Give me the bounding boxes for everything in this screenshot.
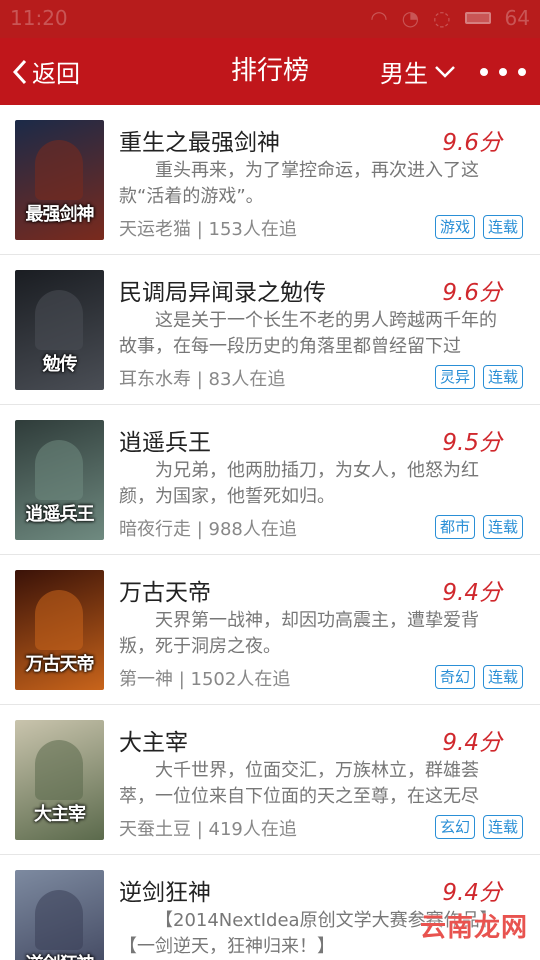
book-meta: 第一神 | 1502人在追 (119, 665, 290, 691)
book-cover[interactable]: 逆剑狂神 (15, 870, 104, 960)
watermark: 云南龙网 (419, 913, 528, 943)
back-label: 返回 (32, 60, 80, 88)
book-readers: 83人在追 (208, 369, 286, 390)
meta-separator: | (191, 819, 209, 840)
category-tag[interactable]: 灵异 (434, 365, 475, 389)
headset-icon: ◠ (370, 6, 388, 30)
ranking-list: 最强剑神 重生之最强剑神 9.6分 重头再来，为了掌控命运，再次进入了这款“活着的游戏… (0, 105, 540, 960)
gender-dropdown[interactable]: 男生 (380, 38, 456, 105)
category-tag[interactable]: 游戏 (434, 215, 475, 239)
meta-separator: | (191, 219, 209, 240)
book-tags: 玄幻 连载 (434, 815, 523, 839)
book-score: 9.6分 (442, 280, 502, 306)
book-tags: 奇幻 连载 (434, 665, 523, 689)
cover-title: 逍遥兵王 (25, 504, 95, 525)
book-title: 民调局异闻录之勉传 (119, 280, 326, 306)
book-tags: 灵异 连载 (434, 365, 523, 389)
book-author: 暗夜行走 (119, 519, 191, 540)
book-readers: 1502人在追 (190, 669, 291, 690)
cover-title: 勉传 (42, 354, 78, 375)
book-meta: 暗夜行走 | 988人在追 (119, 515, 297, 541)
cover-title: 逆剑狂神 (15, 950, 104, 960)
status-tag[interactable]: 连载 (482, 815, 523, 839)
book-tags: 都市 连载 (434, 515, 523, 539)
book-title: 大主宰 (119, 730, 188, 756)
cover-figure (35, 890, 83, 950)
book-description: 为兄弟，他两肋插刀，为女人，他怒为红颜，为国家，他誓死如归。 (119, 460, 479, 507)
book-cover[interactable]: 万古天帝 (15, 570, 104, 690)
category-tag[interactable]: 玄幻 (434, 815, 475, 839)
book-description: 这是关于一个长生不老的男人跨越两千年的故事，在每一段历史的角落里都曾经留下过 (119, 310, 497, 357)
dot-icon (518, 67, 526, 76)
status-bar: 11:20 ◠ ◔ ◌ 64 (0, 0, 540, 38)
status-time: 11:20 (10, 6, 68, 30)
book-item[interactable]: 最强剑神 重生之最强剑神 9.6分重头再来，为了掌控命运，再次进入了这款“活着的游戏… (0, 105, 540, 255)
category-tag[interactable]: 奇幻 (434, 665, 475, 689)
book-author: 天蚕土豆 (119, 819, 191, 840)
status-tag[interactable]: 连载 (482, 515, 523, 539)
status-tag[interactable]: 连载 (482, 215, 523, 239)
page-title: 排行榜 (230, 56, 309, 86)
wifi-icon: ◔ (401, 6, 420, 30)
book-score: 9.4分 (442, 580, 502, 606)
book-score: 9.6分 (442, 130, 502, 156)
book-item[interactable]: 大主宰 大主宰 9.4分 大千世界，位面交汇，万族林立，群雄荟萃，一位位来自下位面的天… (0, 705, 540, 855)
meta-separator: | (191, 369, 209, 390)
status-tag[interactable]: 连载 (482, 665, 523, 689)
book-title: 逍遥兵王 (119, 430, 211, 456)
book-meta: 天蚕土豆 | 419人在追 (119, 815, 297, 841)
cover-title: 最强剑神 (25, 204, 95, 225)
cover-figure (35, 590, 83, 650)
gender-label: 男生 (380, 60, 428, 88)
book-readers: 988人在追 (208, 519, 297, 540)
cover-figure (35, 740, 83, 800)
book-cover[interactable]: 最强剑神 (15, 120, 104, 240)
book-author: 耳东水寿 (119, 369, 191, 390)
book-description: 重头再来，为了掌控命运，再次进入了这款“活着的游戏”。 (119, 160, 479, 207)
book-meta: 天运老猫 | 153人在追 (119, 215, 297, 241)
meta-separator: | (191, 519, 209, 540)
book-score: 9.5分 (442, 430, 502, 456)
book-description: 大千世界，位面交汇，万族林立，群雄荟萃，一位位来自下位面的天之至尊，在这无尽 (119, 760, 479, 807)
chevron-down-icon (435, 65, 455, 78)
book-title: 万古天帝 (119, 580, 211, 606)
book-item[interactable]: 万古天帝 万古天帝 9.4分 天界第一战神，却因功高震主，遭挚爱背叛，死于洞房之夜。第… (0, 555, 540, 705)
cover-figure (35, 140, 83, 200)
chevron-left-icon (12, 59, 27, 84)
book-score: 9.4分 (442, 880, 502, 906)
book-title: 重生之最强剑神 (119, 130, 280, 156)
more-menu-button[interactable] (480, 38, 526, 105)
dot-icon (480, 67, 488, 76)
battery-icon (464, 12, 491, 24)
status-tag[interactable]: 连载 (482, 365, 523, 389)
dot-icon (499, 67, 507, 76)
category-tag[interactable]: 都市 (434, 515, 475, 539)
book-meta: 耳东水寿 | 83人在追 (119, 365, 285, 391)
book-score: 9.4分 (442, 730, 502, 756)
book-cover[interactable]: 勉传 (15, 270, 104, 390)
sync-icon: ◌ (433, 6, 451, 30)
book-tags: 游戏 连载 (434, 215, 523, 239)
book-readers: 419人在追 (208, 819, 297, 840)
cover-figure (35, 290, 83, 350)
cover-figure (35, 440, 83, 500)
meta-separator: | (173, 669, 191, 690)
book-author: 第一神 (119, 669, 173, 690)
book-title: 逆剑狂神 (119, 880, 211, 906)
status-icons: ◠ ◔ ◌ 64 (370, 6, 530, 30)
back-button[interactable]: 返回 (12, 38, 80, 105)
book-cover[interactable]: 逍遥兵王 (15, 420, 104, 540)
battery-level: 64 (504, 6, 530, 30)
book-cover[interactable]: 大主宰 (15, 720, 104, 840)
book-item[interactable]: 勉传 民调局异闻录之勉传 9.6分这是关于一个长生不老的男人跨越两千年的故事，在每一… (0, 255, 540, 405)
cover-title: 万古天帝 (25, 654, 95, 675)
book-item[interactable]: 逍遥兵王 逍遥兵王 9.5分 为兄弟，他两肋插刀，为女人，他怒为红颜，为国家，他誓死如… (0, 405, 540, 555)
book-author: 天运老猫 (119, 219, 191, 240)
cover-title: 大主宰 (34, 804, 86, 825)
book-description: 天界第一战神，却因功高震主，遭挚爱背叛，死于洞房之夜。 (119, 610, 479, 657)
app-header: 返回 排行榜 男生 (0, 38, 540, 105)
book-readers: 153人在追 (208, 219, 297, 240)
